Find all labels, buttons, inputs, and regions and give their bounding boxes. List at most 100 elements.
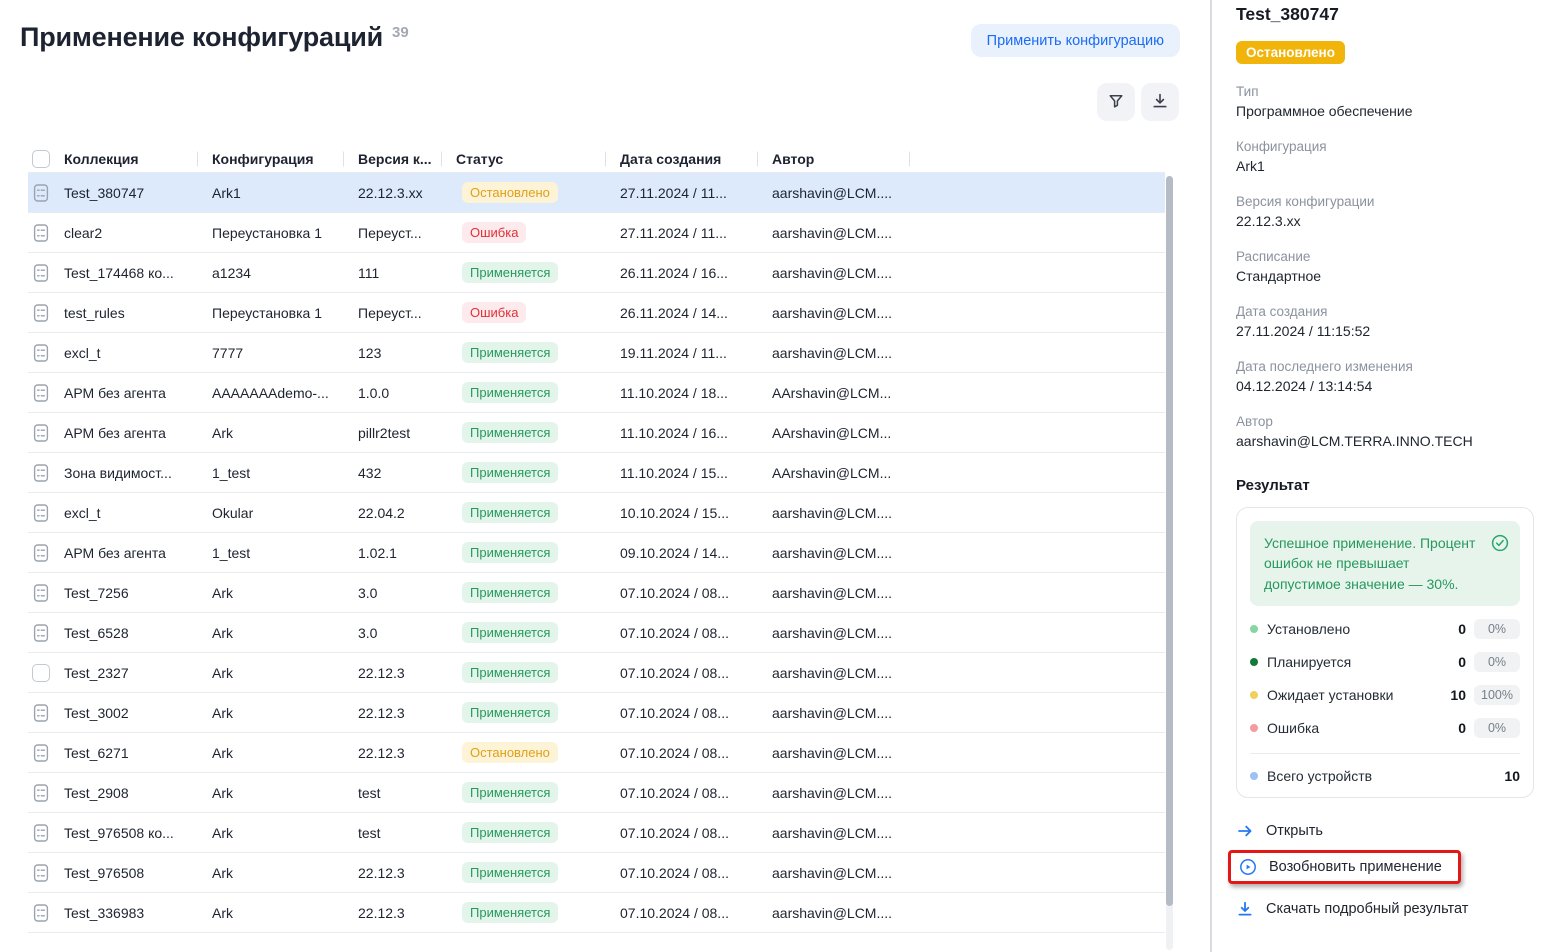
field-value: 22.12.3.xx [1236,213,1534,229]
created-date-cell: 19.11.2024 / 11... [620,345,772,361]
author-cell: aarshavin@LCM.... [772,185,910,201]
version-cell: 22.12.3.xx [358,185,456,201]
action-arrow-right[interactable]: Открыть [1236,822,1323,840]
download-icon [1151,92,1169,113]
column-header-6[interactable]: Автор [772,145,910,172]
table-row[interactable]: Test_2327Ark22.12.3Применяется07.10.2024… [28,653,1165,693]
export-button[interactable] [1141,83,1179,121]
table-row[interactable]: Test_976508Ark22.12.3Применяется07.10.20… [28,853,1165,893]
collection-card-icon [33,623,64,643]
table-row[interactable]: Test_2908ArktestПрименяется07.10.2024 / … [28,773,1165,813]
table-row[interactable]: Test_6528Ark3.0Применяется07.10.2024 / 0… [28,613,1165,653]
table-row[interactable]: АРМ без агентаAAAAAAAdemo-...1.0.0Примен… [28,373,1165,413]
table-row[interactable]: excl_t7777123Применяется19.11.2024 / 11.… [28,333,1165,373]
row-leading-cell [28,543,64,563]
table-body: Test_380747Ark122.12.3.xxОстановлено27.1… [28,173,1165,933]
column-header-label: Статус [456,151,503,167]
column-header-5[interactable]: Дата создания [620,145,772,172]
version-cell: 432 [358,465,456,481]
status-cell: Остановлено [456,742,620,763]
collection-card-icon [33,223,64,243]
created-date-cell: 07.10.2024 / 08... [620,625,772,641]
total-devices-dot [1250,772,1258,780]
collection-card-icon [33,903,64,923]
row-leading-cell [28,383,64,403]
collection-card-icon [33,263,64,283]
apply-configuration-button[interactable]: Применить конфигурацию [971,24,1180,57]
page-title: Применение конфигураций39 [20,22,409,53]
details-panel: Test_380747 Остановлено ТипПрограммное о… [1210,0,1558,952]
status-badge: Остановлено [462,742,558,763]
collection-cell: Test_2327 [64,665,212,681]
status-badge: Применяется [462,262,558,283]
field-value: Программное обеспечение [1236,103,1534,119]
status-badge: Применяется [462,622,558,643]
total-devices-row: Всего устройств 10 [1250,768,1520,784]
configuration-cell: Ark [212,705,358,721]
select-all-checkbox[interactable] [32,150,50,168]
author-cell: aarshavin@LCM.... [772,705,910,721]
row-checkbox[interactable] [32,664,50,682]
row-leading-cell [28,743,64,763]
author-cell: aarshavin@LCM.... [772,265,910,281]
collection-card-icon [33,343,64,363]
author-cell: aarshavin@LCM.... [772,905,910,921]
action-play-circle[interactable]: Возобновить применение [1228,850,1461,884]
table-row[interactable]: Test_336983Ark22.12.3Применяется07.10.20… [28,893,1165,933]
table-row[interactable]: АРМ без агентаArkpillr2testПрименяется11… [28,413,1165,453]
filter-button[interactable] [1097,83,1135,121]
detail-field: Авторaarshavin@LCM.TERRA.INNO.TECH [1236,414,1534,449]
version-cell: 22.12.3 [358,705,456,721]
table-row[interactable]: Test_380747Ark122.12.3.xxОстановлено27.1… [28,173,1165,213]
table-row[interactable]: test_rulesПереустановка 1Переуст...Ошибк… [28,293,1165,333]
table-row[interactable]: Test_7256Ark3.0Применяется07.10.2024 / 0… [28,573,1165,613]
collection-cell: Test_976508 ко... [64,825,212,841]
stat-value: 0 [1444,720,1466,736]
table-row[interactable]: Зона видимост...1_test432Применяется11.1… [28,453,1165,493]
table-row[interactable]: Test_6271Ark22.12.3Остановлено07.10.2024… [28,733,1165,773]
result-heading: Результат [1236,477,1534,494]
author-cell: aarshavin@LCM.... [772,305,910,321]
table-row[interactable]: clear2Переустановка 1Переуст...Ошибка27.… [28,213,1165,253]
stat-label: Ожидает установки [1267,687,1444,703]
collection-card-icon [33,783,64,803]
row-leading-cell [28,823,64,843]
row-leading-cell [28,183,64,203]
created-date-cell: 07.10.2024 / 08... [620,785,772,801]
status-badge: Применяется [462,862,558,883]
status-cell: Применяется [456,862,620,883]
column-divider [343,151,344,166]
stat-percent-chip: 0% [1474,718,1520,738]
table-row[interactable]: АРМ без агента1_test1.02.1Применяется09.… [28,533,1165,573]
stat-label: Планируется [1267,654,1444,670]
version-cell: test [358,825,456,841]
table-row[interactable]: excl_tOkular22.04.2Применяется10.10.2024… [28,493,1165,533]
collection-card-icon [33,823,64,843]
table-row[interactable]: Test_174468 ко...a1234111Применяется26.1… [28,253,1165,293]
table-row[interactable]: Test_3002Ark22.12.3Применяется07.10.2024… [28,693,1165,733]
status-cell: Применяется [456,342,620,363]
column-header-label: Коллекция [64,151,139,167]
result-message-box: Успешное применение. Процент ошибок не п… [1250,521,1520,606]
result-stat-row: Установлено00% [1250,619,1520,639]
column-header-2[interactable]: Конфигурация [212,145,358,172]
detail-field: ТипПрограммное обеспечение [1236,84,1534,119]
column-header-1[interactable]: Коллекция [64,145,212,172]
status-cell: Остановлено [456,182,620,203]
column-header-3[interactable]: Версия к... [358,145,456,172]
configuration-cell: Okular [212,505,358,521]
table-scrollbar-thumb[interactable] [1166,176,1173,906]
collection-cell: Test_6271 [64,745,212,761]
version-cell: Переуст... [358,305,456,321]
version-cell: 3.0 [358,585,456,601]
action-download[interactable]: Скачать подробный результат [1236,900,1468,918]
configuration-cell: Переустановка 1 [212,225,358,241]
configuration-cell: Ark [212,865,358,881]
status-badge: Остановлено [462,182,558,203]
collection-card-icon [33,463,64,483]
column-header-4[interactable]: Статус [456,145,620,172]
table-row[interactable]: Test_976508 ко...ArktestПрименяется07.10… [28,813,1165,853]
collection-cell: excl_t [64,505,212,521]
status-cell: Применяется [456,782,620,803]
status-cell: Применяется [456,622,620,643]
